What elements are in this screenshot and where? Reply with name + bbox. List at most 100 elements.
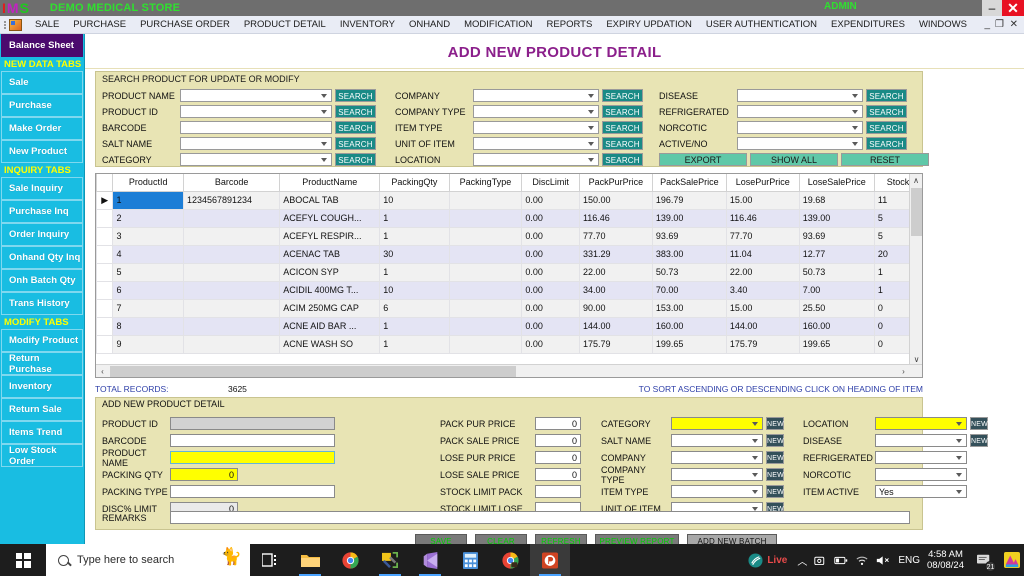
detail-combo-refrigerated[interactable] [875, 451, 967, 464]
search-input-location[interactable] [473, 153, 599, 166]
grid-cell[interactable]: 34.00 [578, 280, 653, 300]
sidebar-item-items-trend[interactable]: Items Trend [1, 421, 83, 444]
menu-item-inventory[interactable]: INVENTORY [333, 19, 402, 30]
mdi-close-button[interactable]: ✕ [1010, 19, 1018, 30]
grid-cell[interactable] [182, 262, 281, 282]
grid-header-packpurprice[interactable]: PackPurPrice [578, 174, 653, 192]
window-close-button[interactable]: ✕ [1002, 0, 1024, 16]
sidebar-item-modify-product[interactable]: Modify Product [1, 329, 83, 352]
grid-cell[interactable]: 199.65 [798, 334, 875, 354]
sidebar-item-low-stock-order[interactable]: Low Stock Order [1, 444, 83, 467]
chrome-icon[interactable] [330, 544, 370, 576]
search-input-norcotic[interactable] [737, 121, 863, 134]
grid-cell[interactable] [448, 208, 523, 228]
table-row[interactable]: 3 ACEFYL RESPIR... 1 0.00 77.70 93.69 77.70 93.… [96, 226, 922, 246]
mdi-minimize-button[interactable]: _ [984, 19, 990, 30]
grid-cell[interactable]: ACIM 250MG CAP [279, 298, 381, 318]
onedrive-camera-icon[interactable] [814, 554, 827, 567]
sidebar-item-trans-history[interactable]: Trans History [1, 292, 83, 315]
grid-cell[interactable]: 175.79 [578, 334, 653, 354]
grid-cell[interactable]: 139.00 [651, 208, 727, 228]
search-button-location[interactable]: SEARCH [602, 153, 643, 166]
menu-item-onhand[interactable]: ONHAND [402, 19, 457, 30]
menu-item-reports[interactable]: REPORTS [540, 19, 600, 30]
dev-tools-icon[interactable] [370, 544, 410, 576]
menu-item-expiry-updation[interactable]: EXPIRY UPDATION [599, 19, 699, 30]
grid-cell[interactable] [448, 262, 523, 282]
detail-combo-norcotic[interactable] [875, 468, 967, 481]
grid-cell[interactable]: 7 [112, 298, 184, 318]
detail-input-product-id[interactable] [170, 417, 335, 430]
grid-cell[interactable]: 70.00 [651, 280, 727, 300]
live-score-widget[interactable]: Live [748, 552, 787, 568]
start-button[interactable] [0, 544, 46, 576]
detail-input-lose-pur-price[interactable]: 0 [535, 451, 581, 464]
scroll-left-icon[interactable]: ‹ [96, 365, 109, 377]
battery-icon[interactable] [834, 554, 848, 567]
grid-horizontal-scrollbar[interactable]: ‹ › [96, 364, 922, 377]
grid-header-losepurprice[interactable]: LosePurPrice [725, 174, 800, 192]
new-button-category[interactable]: NEW [766, 417, 784, 430]
detail-input-barcode[interactable] [170, 434, 335, 447]
detail-input-pack-sale-price[interactable]: 0 [535, 434, 581, 447]
notifications-button[interactable]: 21 [971, 544, 997, 576]
new-button-item-type[interactable]: NEW [766, 485, 784, 498]
menu-item-purchase-order[interactable]: PURCHASE ORDER [133, 19, 237, 30]
button-export[interactable]: EXPORT [659, 153, 747, 166]
new-button-company[interactable]: NEW [766, 451, 784, 464]
task-view-icon[interactable] [250, 544, 290, 576]
search-input-refrigerated[interactable] [737, 105, 863, 118]
search-button-company-type[interactable]: SEARCH [602, 105, 643, 118]
grid-cell[interactable]: 116.46 [578, 208, 653, 228]
menu-item-expenditures[interactable]: EXPENDITURES [824, 19, 912, 30]
grid-cell[interactable]: 0.00 [521, 262, 580, 282]
grid-header-packingqty[interactable]: PackingQty [379, 174, 450, 192]
grid-cell[interactable]: ABOCAL TAB [279, 190, 381, 210]
grid-cell[interactable]: 93.69 [798, 226, 875, 246]
button-show-all[interactable]: SHOW ALL [750, 153, 838, 166]
grid-cell[interactable]: 6 [112, 280, 184, 300]
detail-combo-disease[interactable] [875, 434, 967, 447]
detail-combo-company[interactable] [671, 451, 763, 464]
grid-cell[interactable] [448, 190, 523, 210]
grid-header-productname[interactable]: ProductName [279, 174, 381, 192]
sidebar-item-purchase[interactable]: Purchase [1, 94, 83, 117]
menu-item-windows[interactable]: WINDOWS [912, 19, 974, 30]
detail-combo-item-type[interactable] [671, 485, 763, 498]
grid-cell[interactable] [182, 208, 281, 228]
grid-cell[interactable]: 144.00 [578, 316, 653, 336]
grid-cell[interactable]: 0.00 [521, 208, 580, 228]
grid-cell[interactable]: 0.00 [521, 190, 580, 210]
sidebar-item-sale-inquiry[interactable]: Sale Inquiry [1, 177, 83, 200]
search-button-barcode[interactable]: SEARCH [335, 121, 376, 134]
grid-cell[interactable]: 1 [379, 334, 450, 354]
grid-cell[interactable] [448, 334, 523, 354]
search-button-item-type[interactable]: SEARCH [602, 121, 643, 134]
menu-item-product-detail[interactable]: PRODUCT DETAIL [237, 19, 333, 30]
sidebar-item-order-inquiry[interactable]: Order Inquiry [1, 223, 83, 246]
sidebar-item-return-sale[interactable]: Return Sale [1, 398, 83, 421]
grid-cell[interactable]: 10 [379, 190, 450, 210]
grid-cell[interactable] [448, 244, 523, 264]
new-button-disease[interactable]: NEW [970, 434, 988, 447]
sidebar-item-purchase-inq[interactable]: Purchase Inq [1, 200, 83, 223]
grid-cell[interactable] [182, 226, 281, 246]
detail-combo-category[interactable] [671, 417, 763, 430]
grid-cell[interactable] [448, 316, 523, 336]
search-button-disease[interactable]: SEARCH [866, 89, 907, 102]
sidebar-item-balance-sheet[interactable]: Balance Sheet [1, 34, 83, 57]
grid-cell[interactable]: ACENAC TAB [279, 244, 381, 264]
taskbar-search-input[interactable]: Type here to search 🐈 [46, 544, 250, 576]
grid-cell[interactable] [182, 334, 281, 354]
grid-cell[interactable]: 331.29 [578, 244, 653, 264]
cat-icon[interactable]: 🐈 [221, 547, 242, 567]
search-input-product-id[interactable] [180, 105, 332, 118]
grid-cell[interactable]: 90.00 [578, 298, 653, 318]
grid-cell[interactable]: 383.00 [651, 244, 727, 264]
sidebar-item-inventory[interactable]: Inventory [1, 375, 83, 398]
grid-cell[interactable]: 15.00 [725, 298, 800, 318]
window-minimize-button[interactable]: – [982, 0, 1002, 16]
grid-cell[interactable]: 22.00 [578, 262, 653, 282]
sidebar-item-return-purchase[interactable]: Return Purchase [1, 352, 83, 375]
calculator-icon[interactable] [450, 544, 490, 576]
